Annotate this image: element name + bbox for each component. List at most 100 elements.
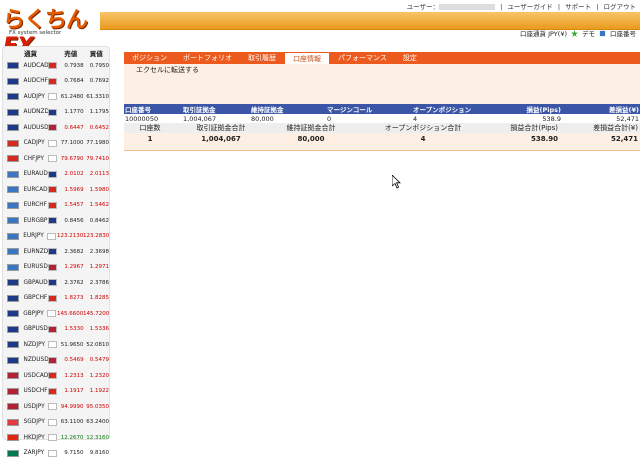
rate-row[interactable]: AUDCAD0.79380.7950 [3, 58, 109, 74]
quote-flag-icon [46, 233, 57, 240]
logo-subtitle: FX system selector [9, 30, 61, 36]
account-cell: 80,000 [250, 114, 326, 123]
base-flag-icon [3, 62, 24, 69]
rate-header: 通貨 売値 買値 [3, 47, 109, 58]
rate-bid: 0.7938 [58, 63, 83, 69]
rate-symbol: NZDJPY [24, 342, 48, 348]
support-link[interactable]: サポート [565, 3, 591, 11]
logo[interactable]: らくちんFX FX system selector [3, 2, 99, 40]
quote-flag-icon [47, 450, 58, 457]
rate-row[interactable]: NZDUSD0.54690.5479 [3, 353, 109, 369]
rate-bid: 1.5969 [58, 187, 83, 193]
account-header-cell: オープンポジション [412, 104, 486, 114]
rate-row[interactable]: EURJPY123.2130123.2830 [3, 229, 109, 245]
tab-4[interactable]: パフォーマンス [330, 52, 395, 64]
summary-header-cell: 損益合計(Pips) [490, 123, 560, 133]
tab-2[interactable]: 取引履歴 [240, 52, 284, 64]
rate-row[interactable]: GBPCHF1.82731.8285 [3, 291, 109, 307]
rate-row[interactable]: EURUSD1.29671.2971 [3, 260, 109, 276]
top-links: ユーザー： | ユーザーガイド | サポート | ログアウト [407, 1, 636, 11]
tab-1[interactable]: ポートフォリオ [175, 52, 240, 64]
rate-symbol: HKDJPY [24, 435, 48, 441]
rate-symbol: EURCHF [24, 202, 48, 208]
rate-row[interactable]: HKDJPY12.267012.3160 [3, 430, 109, 446]
summary-header-cell: 取引証拠金合計 [176, 123, 266, 133]
tab-5[interactable]: 設定 [395, 52, 425, 64]
excel-export-link[interactable]: エクセルに転送する [136, 66, 199, 74]
account-cell: 1,004,067 [182, 114, 250, 123]
rate-symbol: USDCAD [24, 373, 48, 379]
rate-row[interactable]: USDCHF1.19171.1922 [3, 384, 109, 400]
quote-flag-icon [48, 388, 59, 395]
main-panel: ポジションポートフォリオ取引履歴口座情報パフォーマンス設定 エクセルに転送する … [124, 52, 640, 151]
rate-bid: 1.1770 [58, 109, 83, 115]
rate-symbol: EURNZD [24, 249, 48, 255]
account-header-cell: 維持証拠金 [250, 104, 326, 114]
excel-export-row: エクセルに転送する [124, 64, 640, 77]
base-flag-icon [3, 264, 24, 271]
rate-bid: 77.1000 [58, 140, 84, 146]
base-flag-icon [3, 372, 24, 379]
summary-cell: 4 [356, 133, 490, 145]
logout-link[interactable]: ログアウト [604, 3, 637, 11]
rate-row[interactable]: CADJPY77.100077.1980 [3, 136, 109, 152]
base-flag-icon [3, 217, 24, 224]
rate-row[interactable]: EURNZD2.36822.3698 [3, 244, 109, 260]
rate-row[interactable]: GBPJPY145.6600145.7200 [3, 306, 109, 322]
rate-row[interactable]: AUDNZD1.17701.1795 [3, 105, 109, 121]
rate-row[interactable]: EURCHF1.54571.5462 [3, 198, 109, 214]
rate-row[interactable]: ZARJPY9.71509.8160 [3, 446, 109, 461]
rate-symbol: AUDNZD [24, 109, 48, 115]
quote-flag-icon [47, 295, 58, 302]
rate-symbol: CHFJPY [24, 156, 48, 162]
account-currency: 口座通貨 JPY(¥) [520, 28, 567, 38]
rate-row[interactable]: CHFJPY79.679079.7410 [3, 151, 109, 167]
account-cell: 52,471 [562, 114, 640, 123]
rate-row[interactable]: GBPUSD1.53301.5336 [3, 322, 109, 338]
account-cell: 0 [326, 114, 412, 123]
tab-3[interactable]: 口座情報 [284, 52, 330, 64]
demo-label: デモ [582, 28, 595, 38]
rate-symbol: USDCHF [24, 388, 48, 394]
rate-symbol: SGDJPY [24, 419, 48, 425]
rate-row[interactable]: USDCAD1.23131.2320 [3, 368, 109, 384]
account-header-cell: マージンコール [326, 104, 412, 114]
rate-row[interactable]: AUDCHF0.76840.7692 [3, 74, 109, 90]
rate-symbol: USDJPY [24, 404, 48, 410]
rate-symbol: AUDCHF [24, 78, 48, 84]
rate-symbol: AUDJPY [24, 94, 48, 100]
rate-row[interactable]: GBPAUD2.37622.3786 [3, 275, 109, 291]
rate-row[interactable]: SGDJPY63.110063.2400 [3, 415, 109, 431]
account-cell: 10000050 [124, 114, 182, 123]
currency-header: 通貨 [3, 48, 58, 58]
user-guide-link[interactable]: ユーザーガイド [507, 3, 552, 11]
rate-bid: 0.8456 [58, 218, 83, 224]
rate-ask: 1.5980 [84, 187, 109, 193]
rate-row[interactable]: USDJPY94.999095.0350 [3, 399, 109, 415]
summary-cell: 538.90 [490, 133, 560, 145]
rate-symbol: GBPCHF [24, 295, 48, 301]
account-cell: 538.9 [486, 114, 562, 123]
account-cell: 4 [412, 114, 486, 123]
rate-row[interactable]: AUDJPY61.248061.3310 [3, 89, 109, 105]
rate-bid: 2.3762 [58, 280, 83, 286]
quote-flag-icon [48, 124, 59, 131]
rate-row[interactable]: NZDJPY51.965052.0810 [3, 337, 109, 353]
quote-flag-icon [47, 202, 58, 209]
base-flag-icon [3, 248, 24, 255]
base-flag-icon [3, 388, 24, 395]
base-flag-icon [3, 186, 24, 193]
summary-header-cell: 維持証拠金合計 [266, 123, 356, 133]
rate-row[interactable]: AUDUSD0.64470.6452 [3, 120, 109, 136]
summary-header-cell: 口座数 [124, 123, 176, 133]
rate-list: AUDCAD0.79380.7950AUDCHF0.76840.7692AUDJ… [3, 58, 109, 461]
rate-row[interactable]: EURGBP0.84560.8462 [3, 213, 109, 229]
quote-flag-icon [47, 434, 58, 441]
tab-0[interactable]: ポジション [124, 52, 175, 64]
rate-row[interactable]: EURCAD1.59691.5980 [3, 182, 109, 198]
bid-header: 売値 [58, 48, 84, 58]
quote-flag-icon [48, 171, 59, 178]
base-flag-icon [3, 124, 24, 131]
rate-ask: 1.8285 [84, 295, 109, 301]
rate-row[interactable]: EURAUD2.01022.0113 [3, 167, 109, 183]
